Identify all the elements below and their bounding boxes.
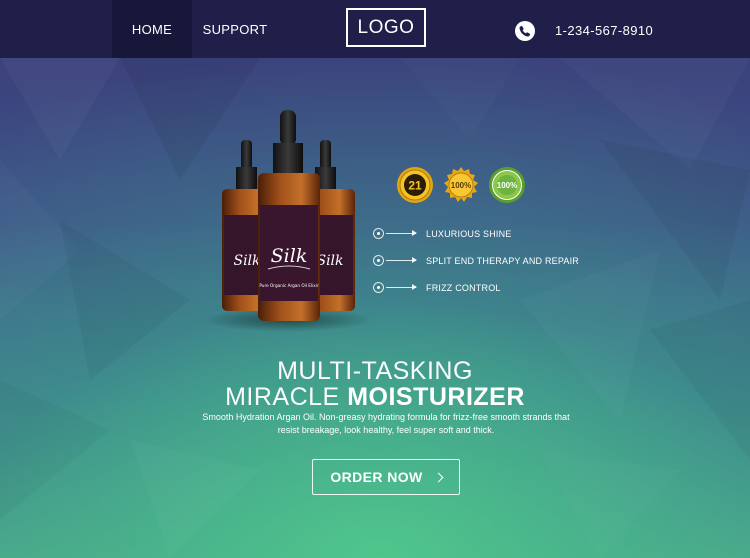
top-navbar: HOME SUPPORT LOGO 1-234-567-8910: [0, 0, 750, 58]
feature-label: SPLIT END THERAPY AND REPAIR: [426, 256, 579, 266]
feature-item: SPLIT END THERAPY AND REPAIR: [373, 254, 579, 268]
phone-icon: [515, 21, 535, 41]
feature-label: FRIZZ CONTROL: [426, 283, 501, 293]
order-now-button[interactable]: ORDER NOW: [312, 459, 460, 495]
nav-support-link[interactable]: SUPPORT: [196, 0, 274, 58]
arrow-right-icon: [412, 230, 417, 236]
brand-wordmark: Silk: [271, 245, 308, 267]
order-now-label: ORDER NOW: [330, 469, 423, 485]
arrow-right-icon: [412, 284, 417, 290]
svg-text:100%: 100%: [451, 181, 471, 190]
natural-badge-icon: 100%: [489, 167, 525, 203]
bottle-subtitle: Pure Organic Argan Oil Elixir: [259, 283, 319, 288]
feature-item: FRIZZ CONTROL: [373, 281, 573, 295]
feature-item: LUXURIOUS SHINE: [373, 227, 573, 241]
play-bullet-icon: [373, 255, 384, 266]
logo[interactable]: LOGO: [346, 8, 426, 47]
nav-home-link[interactable]: HOME: [112, 0, 192, 58]
headline-line-2: MIRACLE MOISTURIZER: [225, 383, 525, 411]
play-bullet-icon: [373, 282, 384, 293]
results-badge-icon: 21: [397, 167, 433, 203]
play-bullet-icon: [373, 228, 384, 239]
headline-line-1: MULTI-TASKING: [277, 357, 473, 385]
svg-text:Silk: Silk: [233, 253, 260, 269]
phone-number[interactable]: 1-234-567-8910: [555, 0, 653, 58]
svg-text:21: 21: [408, 179, 422, 193]
product-bottles-image: Silk Silk Silk Pure Organic Argan Oil El…: [203, 110, 373, 332]
feature-label: LUXURIOUS SHINE: [426, 229, 512, 239]
arrow-right-icon: [412, 257, 417, 263]
hero-description: Smooth Hydration Argan Oil. Non-greasy h…: [202, 412, 570, 435]
hero-section: HOME SUPPORT LOGO 1-234-567-8910 Silk Si…: [0, 0, 750, 558]
satisfaction-badge-icon: 100%: [444, 167, 478, 202]
hero-headline: MULTI-TASKING MIRACLE MOISTURIZER: [0, 358, 750, 410]
chevron-right-icon: [433, 472, 444, 483]
svg-text:100%: 100%: [497, 181, 517, 190]
svg-text:Silk: Silk: [316, 253, 343, 269]
